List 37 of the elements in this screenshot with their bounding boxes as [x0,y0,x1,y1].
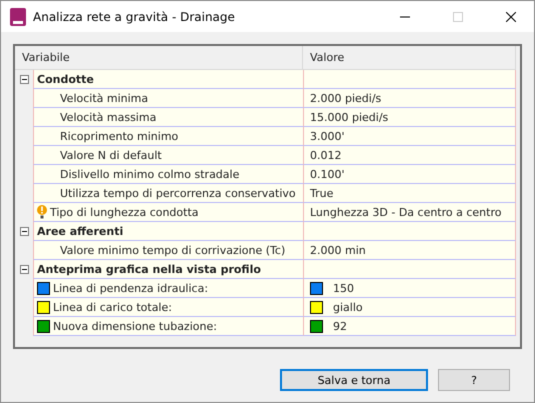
color-swatch [310,300,323,314]
property-label: Ricoprimento minimo [60,130,178,142]
property-label: Tipo di lunghezza condotta [50,206,199,218]
property-label: Velocità massima [60,110,156,124]
property-label: Linea di carico totale: [53,300,172,314]
property-value[interactable]: 0.100' [310,168,345,180]
category-label[interactable]: Condotte [33,70,303,89]
category-label[interactable]: Aree afferenti [33,222,303,241]
category-label[interactable]: Anteprima grafica nella vista profilo [33,260,303,279]
property-label: Utilizza tempo di percorrenza conservativo [60,186,296,200]
property-value[interactable]: 2.000 min [310,244,366,256]
property-label: Velocità minima [60,92,148,104]
property-value[interactable]: True [310,186,334,200]
maximize-icon [453,12,463,22]
close-icon[interactable] [506,12,516,22]
color-swatch [310,320,323,332]
collapse-icon[interactable] [20,75,28,84]
property-label: Nuova dimensione tubazione: [53,320,217,332]
property-label: Linea di pendenza idraulica: [53,282,208,294]
column-header[interactable]: Variabile [15,46,303,69]
property-value[interactable]: 3.000' [310,130,345,142]
color-swatch [310,282,323,294]
app-icon [10,8,26,26]
property-value[interactable]: 92 [333,320,347,332]
property-value[interactable]: giallo [333,300,363,314]
property-label: Valore N di default [60,148,162,162]
property-value[interactable]: 150 [333,282,354,294]
window-title: Analizza rete a gravità - Drainage [33,10,236,24]
property-label: Dislivello minimo colmo stradale [60,168,240,180]
warning-icon [37,205,47,219]
save-button[interactable]: Salva e torna [280,369,428,391]
collapse-icon[interactable] [20,265,28,274]
collapse-icon[interactable] [20,227,28,236]
column-header[interactable]: Valore [303,46,516,69]
help-button[interactable]: ? [438,369,510,391]
property-label: Valore minimo tempo di corrivazione (Tc) [60,244,286,256]
property-value[interactable]: 0.012 [310,148,342,162]
